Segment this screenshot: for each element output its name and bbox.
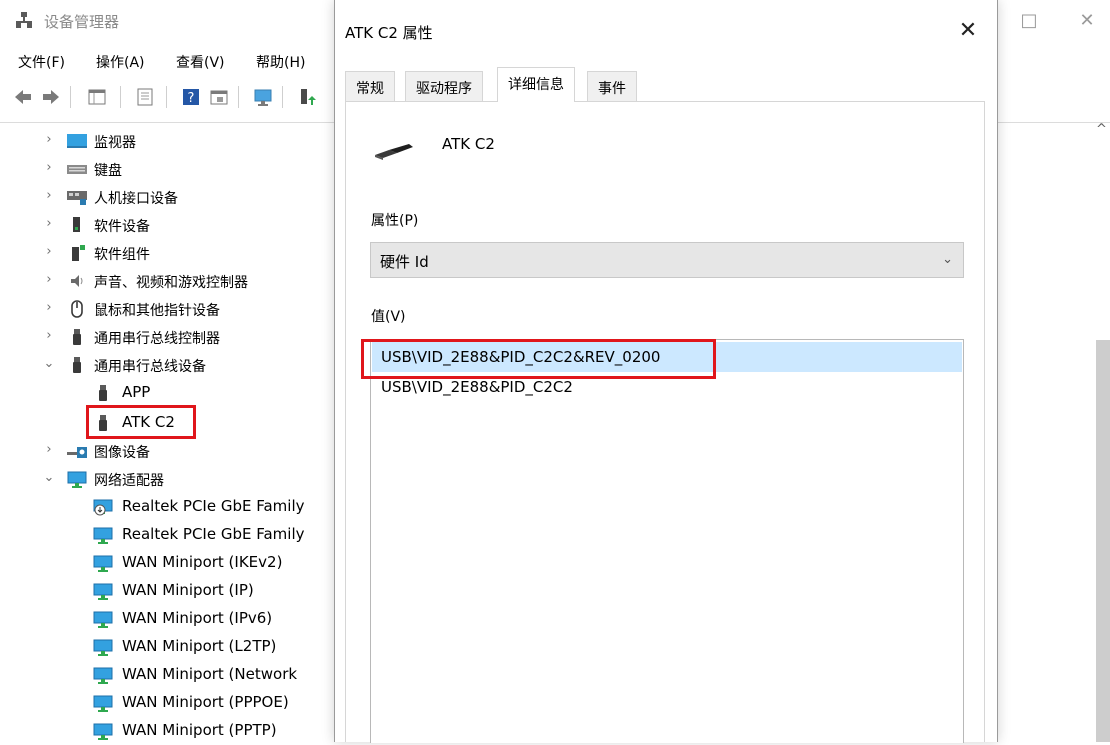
tree-label: WAN Miniport (Network <box>122 665 298 683</box>
network-adapter-icon <box>93 639 113 656</box>
tab-driver[interactable]: 驱动程序 <box>405 71 483 101</box>
speaker-icon <box>71 275 83 287</box>
monitor-icon <box>67 134 87 148</box>
menu-view[interactable]: 查看(V) <box>176 52 225 72</box>
tree-label: 网络适配器 <box>94 473 164 489</box>
value-text: USB\VID_2E88&PID_C2C2 <box>381 378 573 396</box>
forward-arrow-icon[interactable] <box>40 86 62 108</box>
tab-general[interactable]: 常规 <box>345 71 395 101</box>
tree-label: 通用串行总线控制器 <box>94 331 220 347</box>
menu-bar: 文件(F) 操作(A) 查看(V) 帮助(H) <box>0 42 340 78</box>
maximize-button[interactable]: □ <box>1014 8 1044 34</box>
keyboard-icon <box>67 165 87 174</box>
tree-label: WAN Miniport (IPv6) <box>122 609 273 627</box>
network-adapter-icon <box>67 471 87 488</box>
details-panel: ATK C2 属性(P) 硬件 Id ⌄ 值(V) USB\VID_2E88&P… <box>345 101 985 743</box>
highlight-hardware-id <box>361 339 716 379</box>
network-adapter-icon <box>93 667 113 684</box>
back-arrow-icon[interactable] <box>12 86 34 108</box>
toolbar: ? <box>0 78 340 116</box>
hid-icon <box>67 191 87 205</box>
usb-icon <box>99 385 107 401</box>
network-adapter-icon <box>93 695 113 712</box>
expand-icon[interactable]: › <box>42 245 56 259</box>
scrollbar-thumb[interactable] <box>1096 340 1110 742</box>
collapse-icon[interactable]: ⌄ <box>42 471 56 485</box>
tree-label: Realtek PCIe GbE Family <box>122 525 305 543</box>
tab-bar: 常规 驱动程序 详细信息 事件 <box>345 67 985 102</box>
tree-label: Realtek PCIe GbE Family <box>122 497 305 515</box>
chevron-down-icon: ⌄ <box>942 252 953 267</box>
software-component-icon <box>72 245 85 261</box>
tree-label: APP <box>122 383 151 401</box>
help-icon[interactable]: ? <box>180 86 202 108</box>
tree-label: WAN Miniport (PPTP) <box>122 721 277 739</box>
expand-icon[interactable]: › <box>42 217 56 231</box>
close-icon[interactable]: ✕ <box>1072 8 1102 34</box>
camera-icon <box>67 447 87 458</box>
close-icon[interactable]: ✕ <box>953 16 983 46</box>
tree-label: WAN Miniport (IP) <box>122 581 254 599</box>
console-icon[interactable] <box>208 86 230 108</box>
tab-details[interactable]: 详细信息 <box>497 67 575 102</box>
network-adapter-icon <box>93 723 113 740</box>
tree-label: 软件设备 <box>94 219 150 235</box>
expand-icon[interactable]: › <box>42 301 56 315</box>
usb-device-icon <box>375 144 413 160</box>
mouse-icon <box>71 300 83 318</box>
window-title: 设备管理器 <box>44 13 120 31</box>
value-label: 值(V) <box>371 309 406 325</box>
expand-icon[interactable]: › <box>42 329 56 343</box>
menu-help[interactable]: 帮助(H) <box>256 52 305 72</box>
menu-file[interactable]: 文件(F) <box>18 52 65 72</box>
value-list[interactable]: USB\VID_2E88&PID_C2C2&REV_0200 USB\VID_2… <box>370 339 964 743</box>
tree-label: WAN Miniport (L2TP) <box>122 637 277 655</box>
network-disabled-icon <box>93 499 113 516</box>
dialog-title: ATK C2 属性 <box>345 24 433 42</box>
tree-label: 鼠标和其他指针设备 <box>94 303 220 319</box>
device-manager-icon <box>16 12 32 28</box>
network-adapter-icon <box>93 527 113 544</box>
document-icon[interactable] <box>134 86 156 108</box>
tree-label: 监视器 <box>94 135 136 151</box>
property-dropdown[interactable]: 硬件 Id ⌄ <box>370 242 964 278</box>
network-adapter-icon <box>93 555 113 572</box>
svg-text:?: ? <box>188 91 195 106</box>
dialog-titlebar: ATK C2 属性 ✕ <box>335 0 997 62</box>
scroll-up-icon[interactable]: ^ <box>1096 122 1107 137</box>
highlight-atk-c2 <box>86 405 196 439</box>
usb-icon <box>73 329 81 345</box>
tree-label: 人机接口设备 <box>94 191 178 207</box>
tab-events[interactable]: 事件 <box>587 71 637 101</box>
tree-label: 声音、视频和游戏控制器 <box>94 275 248 291</box>
device-name: ATK C2 <box>442 135 495 153</box>
tree-label: 软件组件 <box>94 247 150 263</box>
expand-icon[interactable]: › <box>42 273 56 287</box>
expand-icon[interactable]: › <box>42 443 56 457</box>
properties-grid-icon[interactable] <box>86 86 108 108</box>
collapse-icon[interactable]: ⌄ <box>42 357 56 371</box>
tree-label: 通用串行总线设备 <box>94 359 206 375</box>
property-label: 属性(P) <box>371 213 419 229</box>
expand-icon[interactable]: › <box>42 189 56 203</box>
update-driver-icon[interactable] <box>296 86 318 108</box>
tree-label: WAN Miniport (PPPOE) <box>122 693 289 711</box>
tree-label: 图像设备 <box>94 445 150 461</box>
expand-icon[interactable]: › <box>42 161 56 175</box>
network-adapter-icon <box>93 611 113 628</box>
tree-label: WAN Miniport (IKEv2) <box>122 553 283 571</box>
property-dropdown-value: 硬件 Id <box>380 253 429 271</box>
menu-action[interactable]: 操作(A) <box>96 52 145 72</box>
software-device-icon <box>73 217 80 232</box>
expand-icon[interactable]: › <box>42 133 56 147</box>
tree-label: 键盘 <box>94 163 122 179</box>
usb-icon <box>73 357 81 373</box>
network-adapter-icon <box>93 583 113 600</box>
scan-hardware-icon[interactable] <box>252 86 274 108</box>
